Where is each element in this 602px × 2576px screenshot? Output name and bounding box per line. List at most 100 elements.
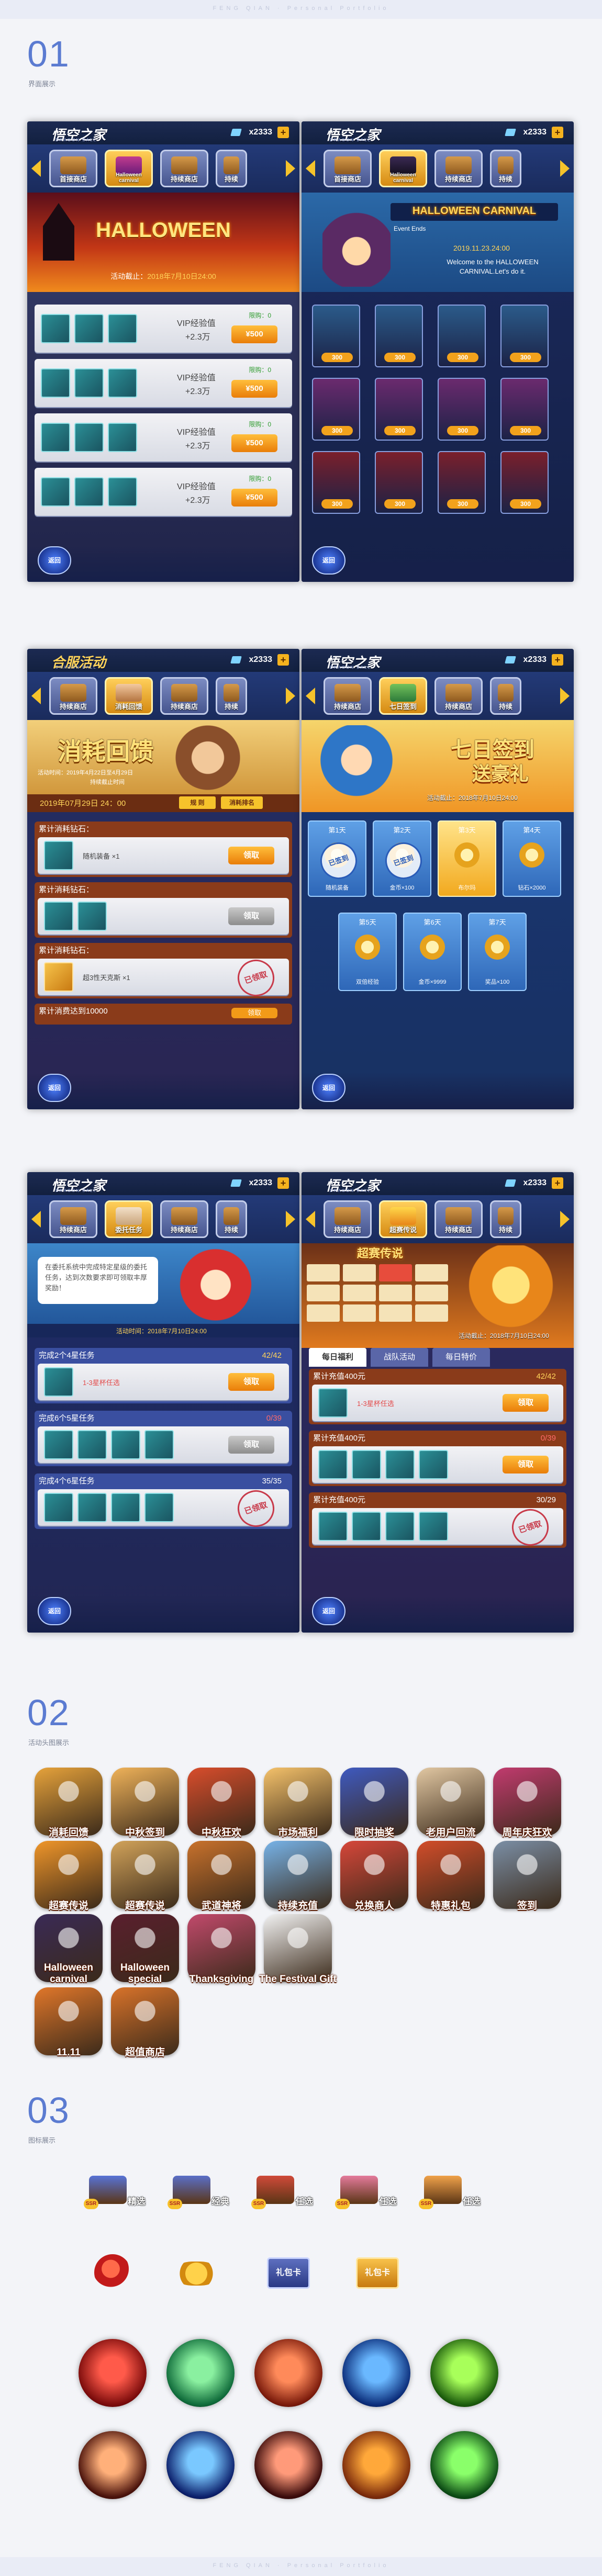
claim-button[interactable]: 领取 bbox=[228, 907, 274, 925]
tabs-right-arrow-icon[interactable] bbox=[286, 160, 295, 177]
tabs-left-arrow-icon[interactable] bbox=[31, 1211, 41, 1228]
tab-tile[interactable]: 持续商店 bbox=[324, 1200, 372, 1238]
back-button[interactable]: 返回 bbox=[38, 1074, 71, 1102]
signin-day-card[interactable]: 第6天 金币×9999 bbox=[403, 913, 462, 991]
subtab-team[interactable]: 战队活动 bbox=[371, 1348, 428, 1367]
carnival-item[interactable]: 300 bbox=[438, 305, 486, 367]
tab-tile-selected[interactable]: 超赛传说 bbox=[379, 1200, 427, 1238]
tab-tile[interactable]: 首接商店 bbox=[49, 150, 97, 187]
add-currency-button[interactable]: + bbox=[277, 654, 289, 666]
row-label: 累计消耗钻石： bbox=[39, 885, 94, 894]
tabs-left-arrow-icon[interactable] bbox=[306, 1211, 315, 1228]
carnival-item[interactable]: 300 bbox=[375, 451, 423, 514]
tabs-right-arrow-icon[interactable] bbox=[286, 688, 295, 704]
tab-tile[interactable]: 首接商店 bbox=[324, 150, 372, 187]
add-currency-button[interactable]: + bbox=[552, 1177, 563, 1189]
tabs-left-arrow-icon[interactable] bbox=[306, 688, 315, 704]
tab-tile[interactable]: 持续 bbox=[490, 1200, 521, 1238]
carnival-item[interactable]: 300 bbox=[312, 305, 360, 367]
tabs-right-arrow-icon[interactable] bbox=[560, 688, 570, 704]
activity-icon: 限时抽奖 bbox=[340, 1768, 408, 1838]
tabs-left-arrow-icon[interactable] bbox=[306, 160, 315, 177]
activity-icon: 武道神将 bbox=[187, 1841, 255, 1911]
add-currency-button[interactable]: + bbox=[552, 127, 563, 138]
buy-button[interactable]: ¥500 bbox=[231, 434, 277, 452]
buy-button[interactable]: ¥500 bbox=[231, 489, 277, 507]
day-reward-name: 钻石×2000 bbox=[518, 885, 546, 891]
banner-date-line: 活动截止：2018年7月10日24:00 bbox=[459, 1332, 549, 1340]
tabs-right-arrow-icon[interactable] bbox=[560, 1211, 570, 1228]
tab-tile[interactable]: 持续商店 bbox=[49, 677, 97, 715]
back-button[interactable]: 返回 bbox=[312, 546, 345, 575]
claim-button[interactable]: 领取 bbox=[228, 1373, 274, 1391]
tab-tile[interactable]: 持续商店 bbox=[324, 677, 372, 715]
screen-halloween-carnival: 悟空之家 DRAGON BALL x2333 + 首接商店 Halloween … bbox=[302, 121, 574, 582]
carnival-item[interactable]: 300 bbox=[500, 305, 549, 367]
buy-button[interactable]: ¥500 bbox=[231, 380, 277, 398]
add-currency-button[interactable]: + bbox=[277, 1177, 289, 1189]
tab-tile[interactable]: 持续商店 bbox=[160, 677, 208, 715]
tabs-right-arrow-icon[interactable] bbox=[286, 1211, 295, 1228]
subtab-daily[interactable]: 每日福利 bbox=[309, 1348, 366, 1367]
tab-tile[interactable]: 持续商店 bbox=[160, 150, 208, 187]
list-item: 累计消耗钻石： 超3性天克斯 ×1 已领取 bbox=[35, 943, 292, 1002]
carnival-item[interactable]: 300 bbox=[312, 451, 360, 514]
back-button[interactable]: 返回 bbox=[38, 1597, 71, 1625]
tabs-left-arrow-icon[interactable] bbox=[31, 160, 41, 177]
claim-button[interactable]: 领取 bbox=[228, 1436, 274, 1454]
claim-button[interactable]: 领取 bbox=[503, 1394, 549, 1412]
row-value: +2.3万 bbox=[185, 387, 210, 396]
tab-tile[interactable]: 持续 bbox=[490, 677, 521, 715]
tab-tile[interactable]: 持续商店 bbox=[160, 1200, 208, 1238]
chest-label: 经典 bbox=[211, 2197, 229, 2207]
tab-tile[interactable]: 持续商店 bbox=[434, 1200, 483, 1238]
tab-tile[interactable]: 持续商店 bbox=[49, 1200, 97, 1238]
carnival-item[interactable]: 300 bbox=[500, 451, 549, 514]
add-currency-button[interactable]: + bbox=[552, 654, 563, 666]
tab-tile-selected[interactable]: 七日签到 bbox=[379, 677, 427, 715]
carnival-item[interactable]: 300 bbox=[438, 378, 486, 441]
tab-tile-selected[interactable]: Halloween carnival bbox=[379, 150, 427, 187]
tab-tile[interactable]: 持续 bbox=[216, 1200, 247, 1238]
back-button[interactable]: 返回 bbox=[312, 1074, 345, 1102]
add-currency-button[interactable]: + bbox=[277, 127, 289, 138]
signin-day-card[interactable]: 第1天 随机装备 已签到 bbox=[308, 820, 366, 897]
back-button[interactable]: 返回 bbox=[38, 546, 71, 575]
activity-icon: The Festival Gift bbox=[259, 1914, 337, 1985]
tab-tile[interactable]: 持续商店 bbox=[434, 677, 483, 715]
claim-button[interactable]: 领取 bbox=[228, 847, 274, 864]
tab-tile[interactable]: 持续 bbox=[490, 150, 521, 187]
buy-button[interactable]: ¥500 bbox=[231, 325, 277, 343]
carnival-item[interactable]: 300 bbox=[375, 305, 423, 367]
carnival-item[interactable]: 300 bbox=[312, 378, 360, 441]
list-item: 完成2个4星任务 42/42 1-3星杯任选 领取 bbox=[35, 1348, 292, 1403]
claim-button[interactable]: 领取 bbox=[231, 1008, 277, 1018]
activity-icon-label: 超赛传说 bbox=[48, 1900, 88, 1911]
signin-day-card[interactable]: 第7天 奖品×100 bbox=[468, 913, 527, 991]
subtab-deals[interactable]: 每日特价 bbox=[432, 1348, 490, 1367]
carnival-item[interactable]: 300 bbox=[500, 378, 549, 441]
tabs-right-arrow-icon[interactable] bbox=[560, 160, 570, 177]
tab-tile[interactable]: 持续商店 bbox=[434, 150, 483, 187]
banner-title: HALLOWEEN CARNIVAL bbox=[412, 205, 537, 217]
tab-tile-selected[interactable]: 委托任务 bbox=[105, 1200, 153, 1238]
tabs-left-arrow-icon[interactable] bbox=[31, 688, 41, 704]
row-count: 0/39 bbox=[266, 1414, 282, 1423]
signin-day-card[interactable]: 第5天 双倍经验 bbox=[338, 913, 397, 991]
tab-tile[interactable]: 持续 bbox=[216, 677, 247, 715]
list-item: 累计充值400元 42/42 1-3星杯任选 领取 bbox=[309, 1369, 566, 1424]
signin-day-card[interactable]: 第2天 金币×100 已签到 bbox=[373, 820, 431, 897]
signin-day-card[interactable]: 第4天 钻石×2000 bbox=[503, 820, 561, 897]
claim-button[interactable]: 领取 bbox=[503, 1456, 549, 1473]
tab-tile-selected[interactable]: 消耗回馈 bbox=[105, 677, 153, 715]
carnival-item[interactable]: 300 bbox=[438, 451, 486, 514]
carnival-item[interactable]: 300 bbox=[375, 378, 423, 441]
tab-tile[interactable]: 持续 bbox=[216, 150, 247, 187]
rank-button[interactable]: 消耗排名 bbox=[221, 796, 263, 809]
tab-tile-selected[interactable]: Halloween carnival bbox=[105, 150, 153, 187]
rules-button[interactable]: 规 则 bbox=[179, 796, 216, 809]
banner-title-2: 送豪礼 bbox=[472, 763, 529, 784]
activity-icon: 中秋签到 bbox=[111, 1768, 179, 1838]
signin-day-card[interactable]: 第3天 布尔玛 bbox=[438, 820, 496, 897]
back-button[interactable]: 返回 bbox=[312, 1597, 345, 1625]
